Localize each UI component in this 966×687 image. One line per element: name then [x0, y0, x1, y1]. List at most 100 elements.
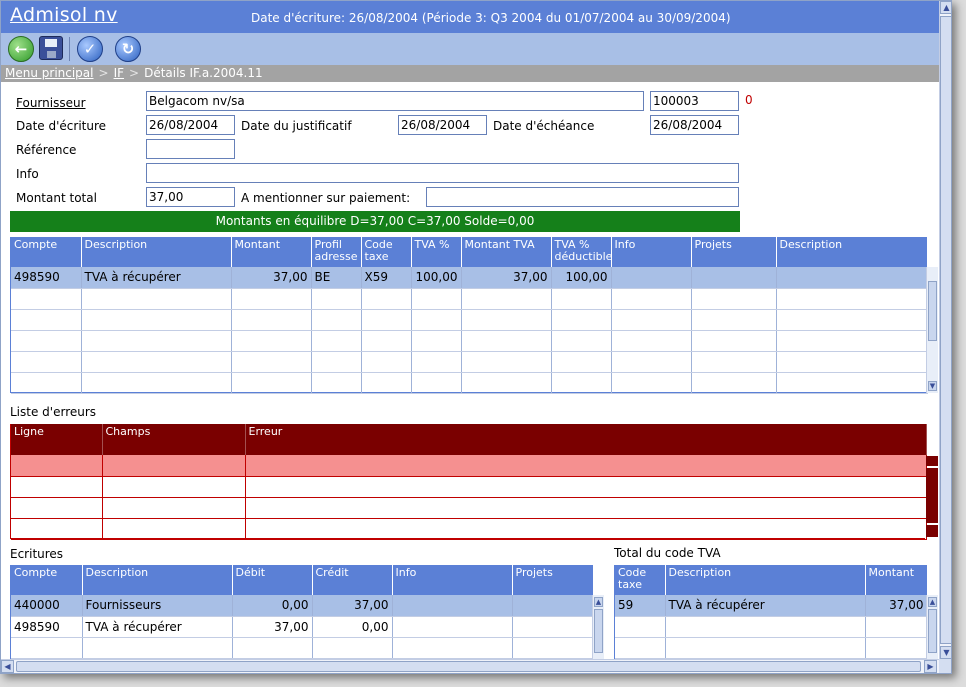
- cell-credit[interactable]: 37,00: [312, 595, 393, 617]
- supplier-label-link[interactable]: Fournisseur: [16, 96, 86, 110]
- errors-scroll-up-icon[interactable]: [926, 456, 938, 466]
- cell-info[interactable]: [392, 616, 513, 638]
- document-date-field[interactable]: 26/08/2004: [398, 115, 487, 135]
- table-row[interactable]: [11, 455, 927, 477]
- cell-montant-tva[interactable]: 37,00: [461, 267, 552, 289]
- scroll-thumb[interactable]: [940, 16, 951, 644]
- table-row[interactable]: [11, 497, 927, 519]
- col-header-description[interactable]: Description: [81, 237, 232, 267]
- cell-debit[interactable]: 0,00: [232, 595, 313, 617]
- table-row[interactable]: [11, 476, 927, 498]
- scroll-up-icon[interactable]: ▲: [594, 597, 603, 607]
- cell-projets[interactable]: [512, 616, 594, 638]
- scroll-thumb[interactable]: [16, 661, 921, 672]
- table-row[interactable]: 498590 TVA à récupérer 37,00 0,00: [11, 616, 594, 638]
- errors-scroll-thumb[interactable]: [926, 468, 938, 523]
- supplier-code-field[interactable]: 100003: [650, 91, 739, 111]
- col-header-projets[interactable]: Projets: [691, 237, 777, 267]
- table-row[interactable]: [11, 372, 928, 394]
- info-field[interactable]: [146, 163, 739, 183]
- cell-montant[interactable]: 37,00: [231, 267, 312, 289]
- col-header-description[interactable]: Description: [665, 565, 866, 595]
- errors-scroll-down-icon[interactable]: [926, 525, 938, 537]
- validate-icon[interactable]: ✓: [77, 36, 103, 62]
- col-header-erreur[interactable]: Erreur: [245, 424, 927, 455]
- booking-lines-scrollbar[interactable]: ▼: [926, 267, 938, 393]
- save-icon[interactable]: [39, 36, 63, 60]
- col-header-ligne[interactable]: Ligne: [11, 424, 103, 455]
- tva-totals-scrollbar[interactable]: ▲: [926, 595, 938, 659]
- scroll-thumb[interactable]: [928, 281, 937, 341]
- due-date-field[interactable]: 26/08/2004: [650, 115, 739, 135]
- cell-description[interactable]: TVA à récupérer: [81, 267, 232, 289]
- cell-compte[interactable]: 440000: [11, 595, 83, 617]
- cell-description-2[interactable]: [776, 267, 928, 289]
- col-header-montant-tva[interactable]: Montant TVA: [461, 237, 552, 267]
- cell-code-taxe[interactable]: X59: [361, 267, 412, 289]
- ecritures-scrollbar[interactable]: ▲: [592, 595, 604, 659]
- cell-code-taxe[interactable]: 59: [615, 595, 666, 617]
- cell-credit[interactable]: 0,00: [312, 616, 393, 638]
- table-row[interactable]: [11, 330, 928, 352]
- cell-description[interactable]: TVA à récupérer: [665, 595, 866, 617]
- cell-tva-pct[interactable]: 100,00: [411, 267, 462, 289]
- cell-compte[interactable]: 498590: [11, 616, 83, 638]
- reference-field[interactable]: [146, 139, 235, 159]
- cell-info[interactable]: [611, 267, 692, 289]
- col-header-debit[interactable]: Débit: [232, 565, 313, 595]
- col-header-compte[interactable]: Compte: [11, 565, 83, 595]
- payment-mention-field[interactable]: [426, 187, 739, 207]
- scroll-down-icon[interactable]: ▼: [940, 646, 951, 659]
- col-header-compte[interactable]: Compte: [11, 237, 82, 267]
- table-row[interactable]: [615, 616, 928, 638]
- col-header-montant[interactable]: Montant: [231, 237, 312, 267]
- scroll-left-icon[interactable]: ◀: [1, 660, 14, 673]
- col-header-projets[interactable]: Projets: [512, 565, 594, 595]
- col-header-profil-adresse[interactable]: Profil adresse: [311, 237, 362, 267]
- col-header-montant[interactable]: Montant: [865, 565, 928, 595]
- cell-description[interactable]: TVA à récupérer: [82, 616, 233, 638]
- window-vertical-scrollbar[interactable]: ▲ ▼: [939, 1, 951, 661]
- col-header-info[interactable]: Info: [392, 565, 513, 595]
- col-header-code-taxe[interactable]: Code taxe: [361, 237, 412, 267]
- col-header-tva-deductible[interactable]: TVA % déductible: [551, 237, 612, 267]
- cell-tva-deductible[interactable]: 100,00: [551, 267, 612, 289]
- col-header-info[interactable]: Info: [611, 237, 692, 267]
- refresh-icon[interactable]: ↻: [115, 36, 141, 62]
- app-title[interactable]: Admisol nv: [10, 4, 118, 26]
- posting-date-field[interactable]: 26/08/2004: [146, 115, 235, 135]
- scroll-thumb[interactable]: [594, 609, 603, 653]
- total-amount-field[interactable]: 37,00: [146, 187, 235, 207]
- cell-description[interactable]: Fournisseurs: [82, 595, 233, 617]
- scroll-thumb[interactable]: [928, 609, 937, 653]
- scroll-down-icon[interactable]: ▼: [928, 381, 937, 391]
- table-row[interactable]: [11, 288, 928, 310]
- scroll-right-icon[interactable]: ▶: [924, 660, 937, 673]
- cell-projets[interactable]: [512, 595, 594, 617]
- table-row[interactable]: [11, 309, 928, 331]
- back-icon[interactable]: ←: [8, 36, 34, 62]
- table-row[interactable]: [615, 637, 928, 659]
- supplier-name-field[interactable]: Belgacom nv/sa: [146, 91, 644, 111]
- col-header-code-taxe[interactable]: Code taxe: [615, 565, 666, 595]
- table-row[interactable]: 498590 TVA à récupérer 37,00 BE X59 100,…: [11, 267, 928, 289]
- window-horizontal-scrollbar[interactable]: ◀ ▶: [1, 659, 939, 673]
- table-row[interactable]: [11, 518, 927, 540]
- col-header-description-2[interactable]: Description: [776, 237, 928, 267]
- col-header-credit[interactable]: Crédit: [312, 565, 393, 595]
- breadcrumb-home-link[interactable]: Menu principal: [5, 66, 94, 80]
- cell-projets[interactable]: [691, 267, 777, 289]
- table-row[interactable]: 440000 Fournisseurs 0,00 37,00: [11, 595, 594, 617]
- col-header-tva-pct[interactable]: TVA %: [411, 237, 462, 267]
- scroll-up-icon[interactable]: ▲: [928, 597, 937, 607]
- cell-profil-adresse[interactable]: BE: [311, 267, 362, 289]
- table-row[interactable]: 59 TVA à récupérer 37,00: [615, 595, 928, 617]
- col-header-description[interactable]: Description: [82, 565, 233, 595]
- table-row[interactable]: [11, 351, 928, 373]
- col-header-champs[interactable]: Champs: [102, 424, 246, 455]
- cell-compte[interactable]: 498590: [11, 267, 82, 289]
- scroll-up-icon[interactable]: ▲: [940, 1, 951, 14]
- cell-info[interactable]: [392, 595, 513, 617]
- table-row[interactable]: [11, 637, 594, 659]
- cell-montant[interactable]: 37,00: [865, 595, 928, 617]
